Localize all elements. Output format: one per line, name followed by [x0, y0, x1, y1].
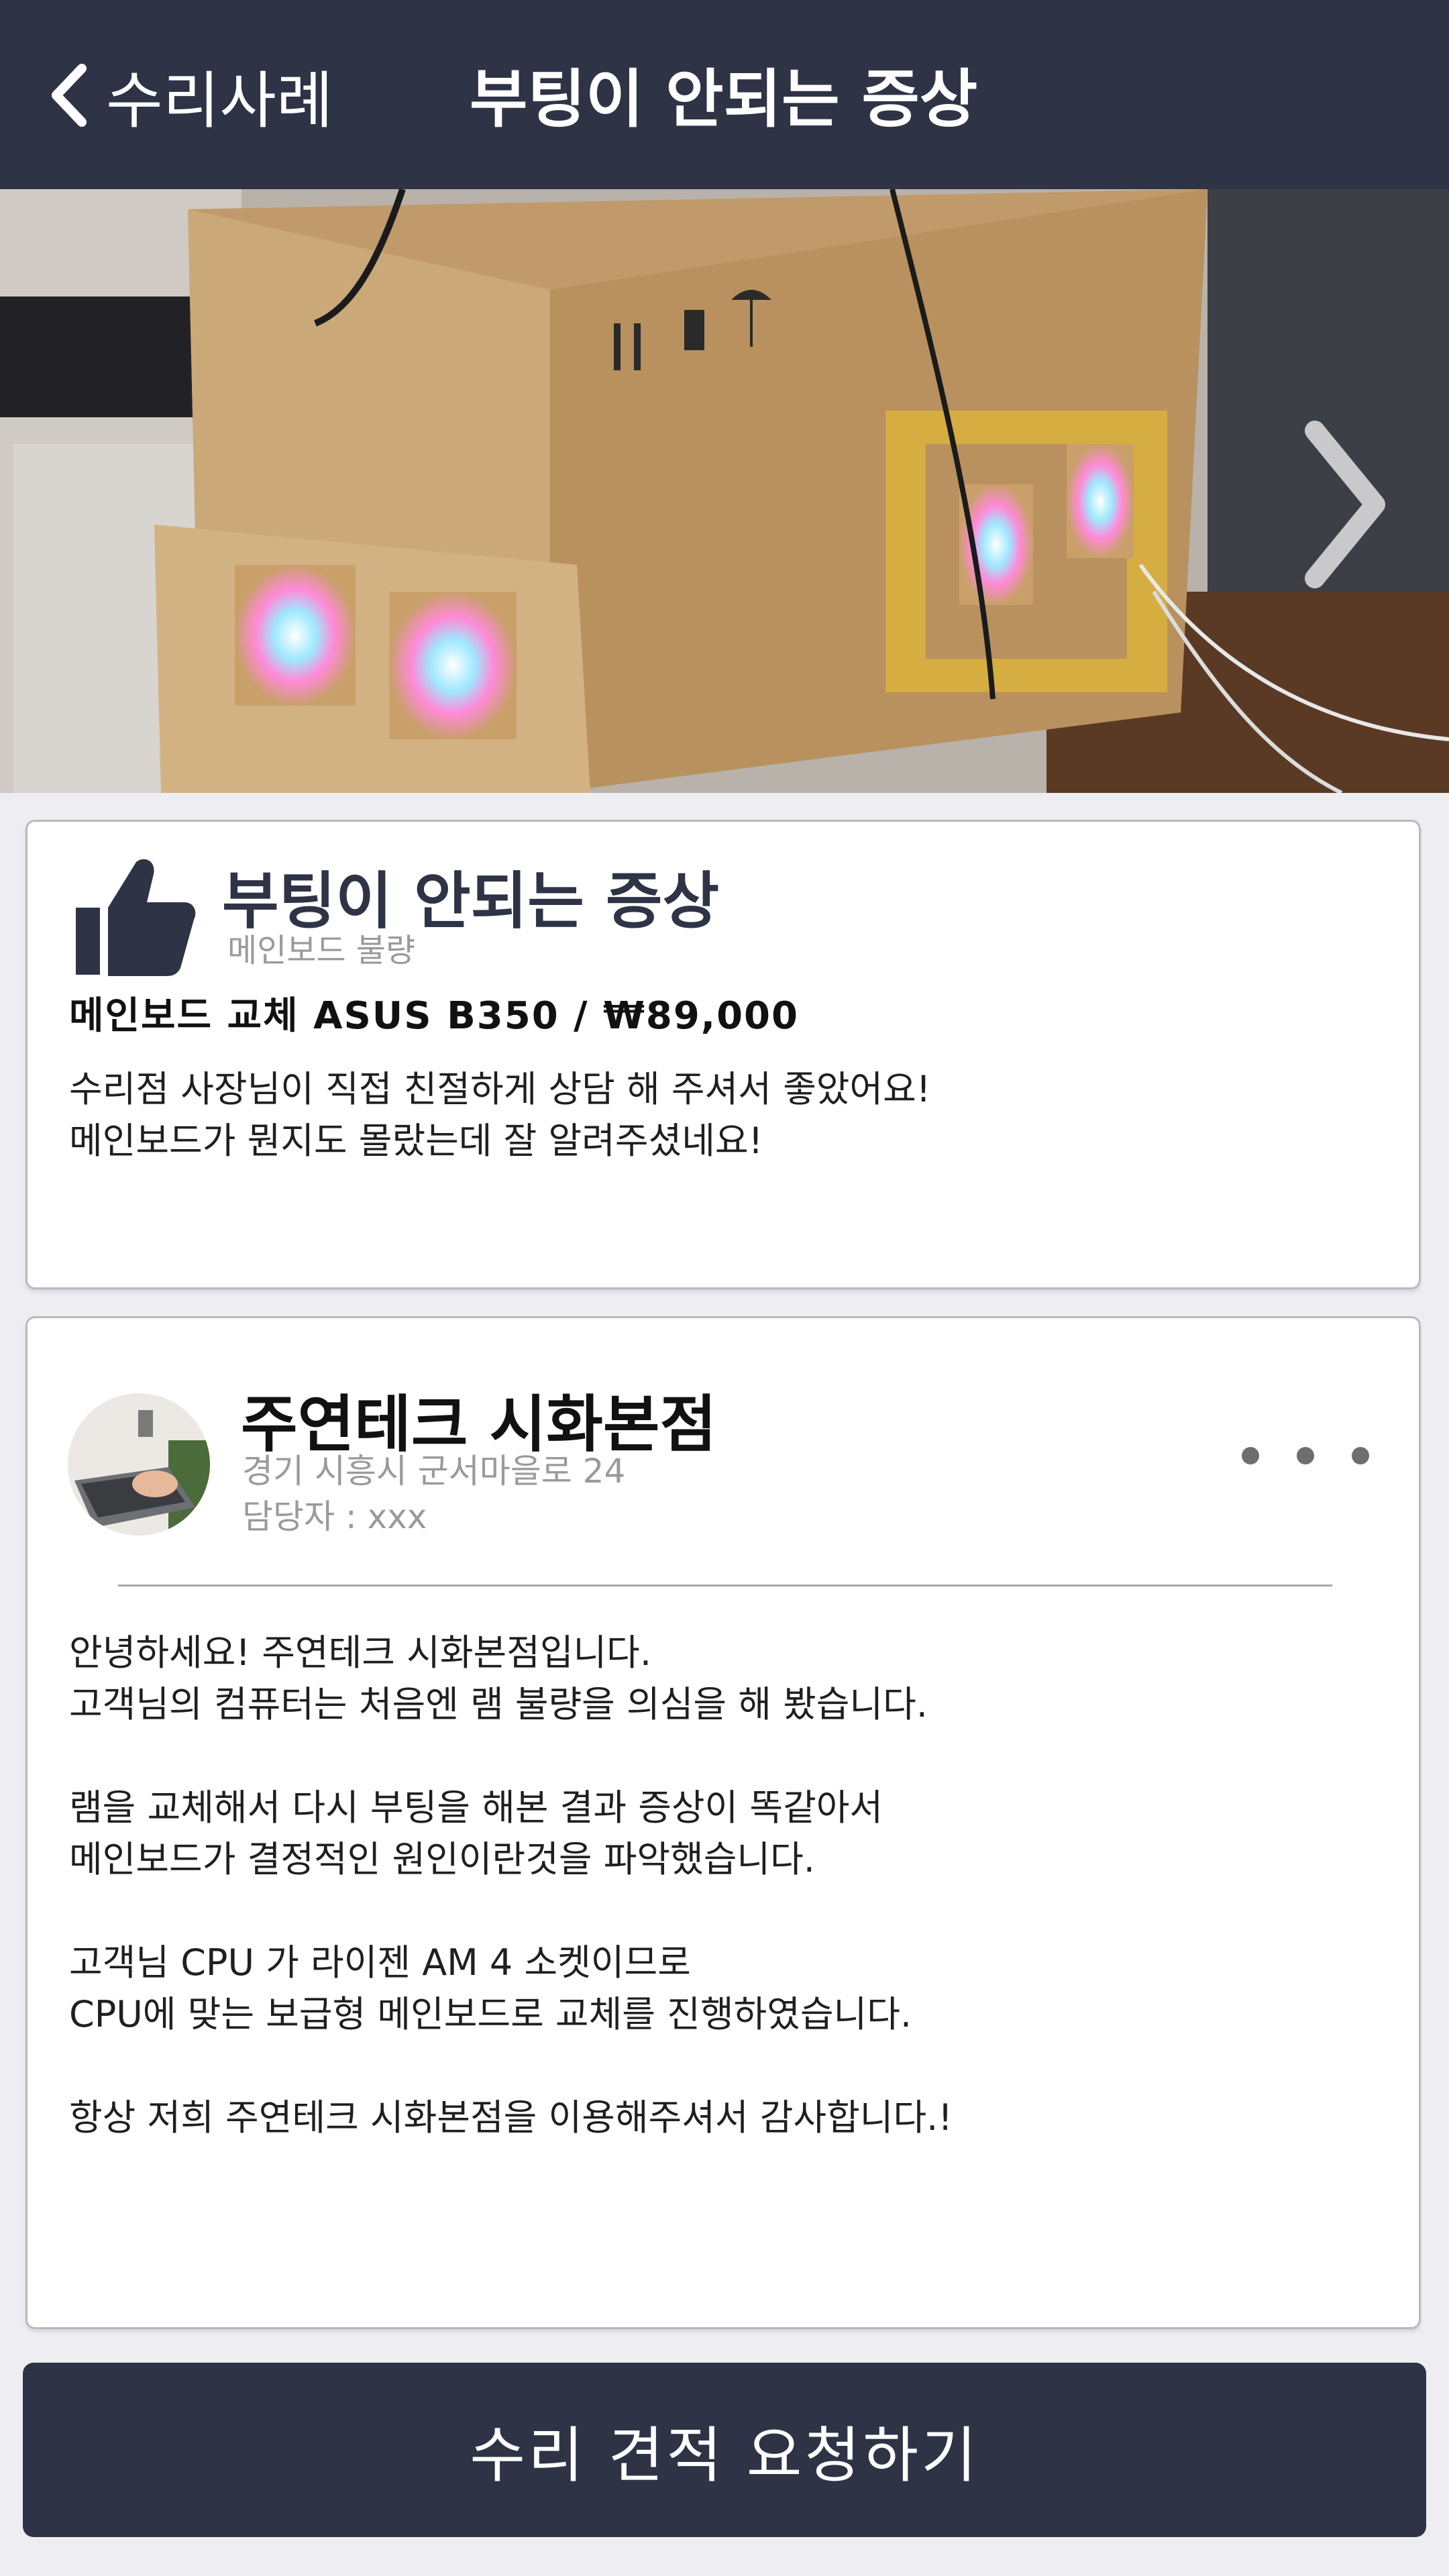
chevron-left-icon — [52, 64, 87, 127]
review-category: 메인보드 불량 — [227, 932, 416, 969]
laptop-photo-icon — [68, 1393, 210, 1536]
back-button[interactable]: 수리사례 — [47, 48, 333, 142]
divider — [118, 1585, 1332, 1587]
shop-reply-card: 주연테크 시화본점 경기 시흥시 군서마을로 24 담당자 : xxx 안녕하세… — [25, 1316, 1421, 2329]
shop-reply-text: 안녕하세요! 주연테크 시화본점입니다. 고객님의 컴퓨터는 처음엔 램 불량을… — [69, 1631, 953, 2139]
more-options-icon[interactable] — [1242, 1436, 1369, 1476]
repair-photo-carousel[interactable] — [0, 189, 1449, 793]
review-text: 수리점 사장님이 직접 친절하게 상담 해 주셔서 좋았어요! 메인보드가 뭔지… — [69, 1068, 931, 1162]
shop-manager: 담당자 : xxx — [242, 1497, 427, 1536]
chevron-right-icon[interactable] — [1295, 417, 1395, 592]
shop-avatar — [68, 1393, 210, 1536]
back-label: 수리사례 — [106, 64, 333, 137]
shop-address: 경기 시흥시 군서마을로 24 — [242, 1452, 626, 1491]
top-app-bar: 수리사례 부팅이 안되는 증상 — [0, 0, 1449, 189]
request-estimate-button[interactable]: 수리 견적 요청하기 — [23, 2363, 1426, 2537]
repair-price: 메인보드 교체 ASUS B350 / ₩89,000 — [69, 994, 799, 1038]
thumbs-up-icon — [76, 859, 196, 976]
page-title: 부팅이 안되는 증상 — [470, 63, 978, 136]
repair-photo — [0, 189, 1449, 793]
review-card: 부팅이 안되는 증상 메인보드 불량 메인보드 교체 ASUS B350 / ₩… — [25, 820, 1421, 1289]
